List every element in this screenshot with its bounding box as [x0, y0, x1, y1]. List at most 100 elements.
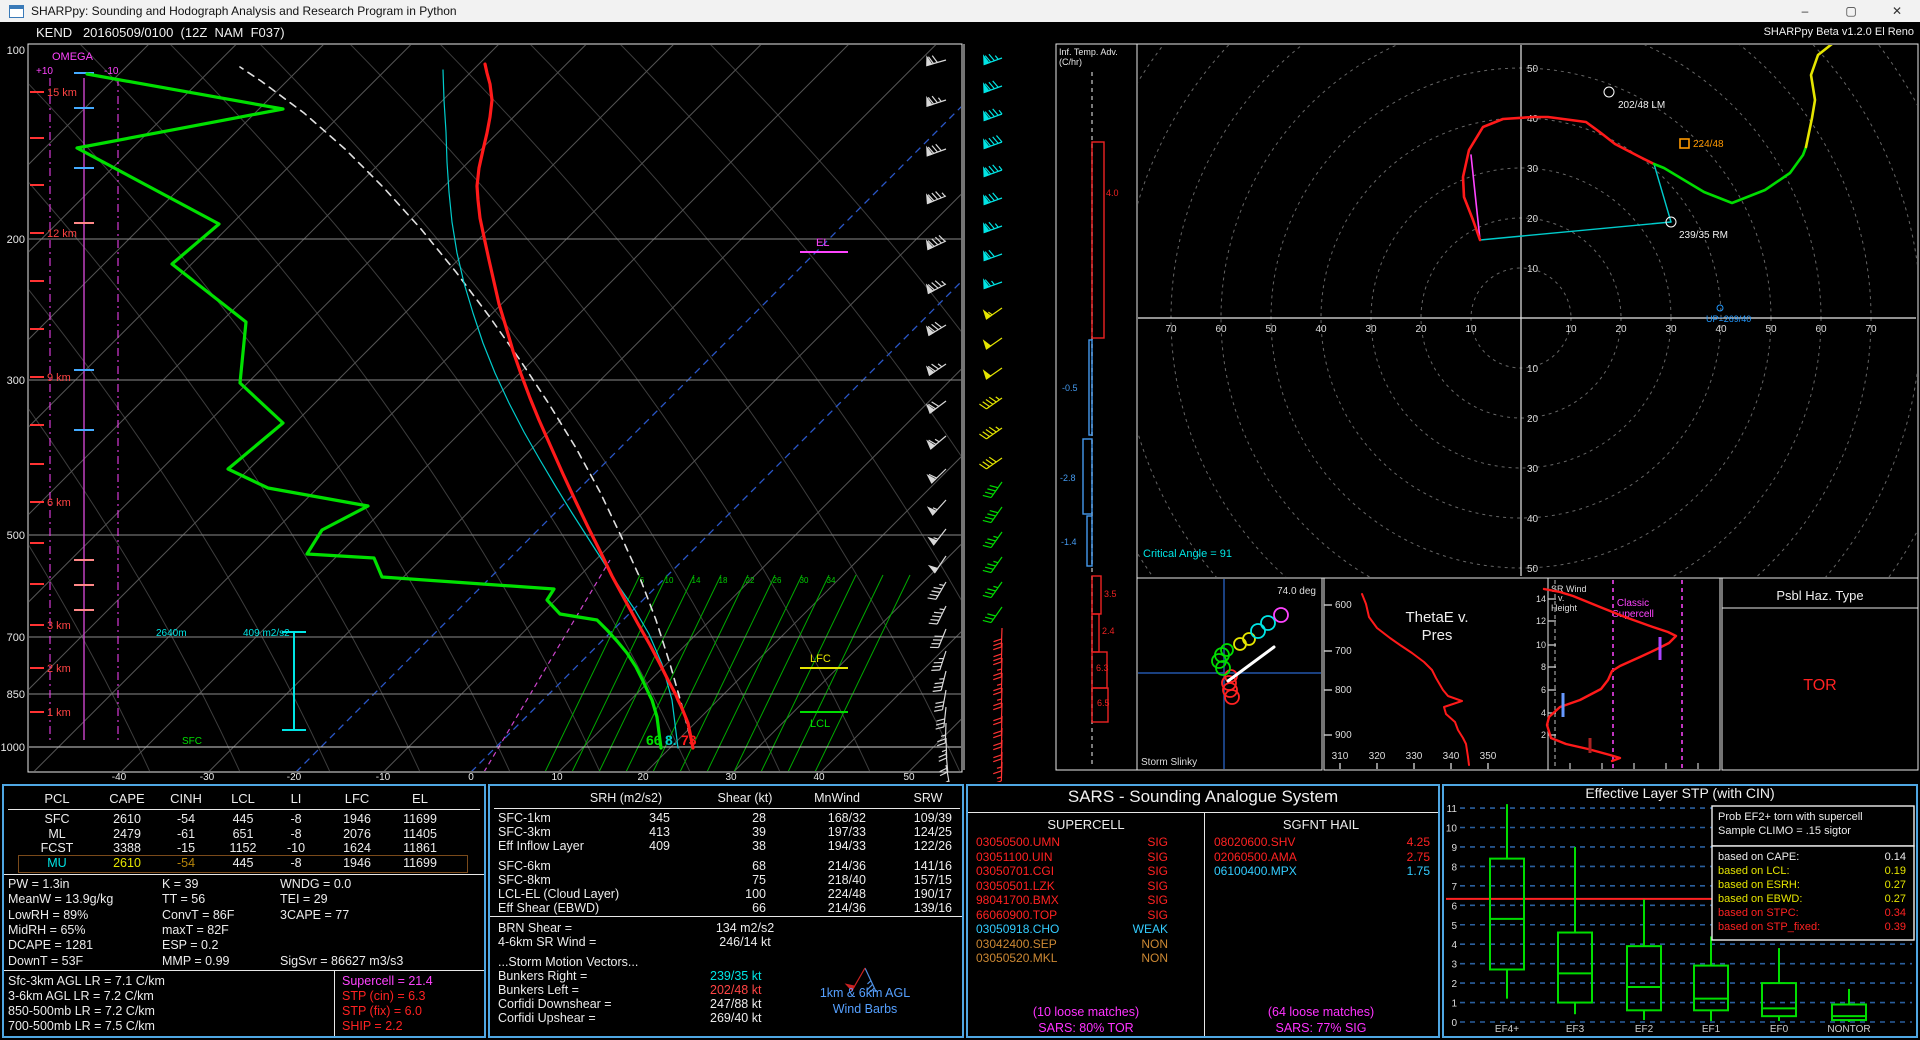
thermo-stat: MidRH = 65% [8, 924, 85, 937]
kin-row-label: LCL-EL (Cloud Layer) [498, 888, 619, 901]
thermo-panel[interactable]: PCLCAPECINHLCLLILFCELSFC2610-54445-81946… [2, 784, 486, 1038]
svg-text:50: 50 [1765, 324, 1777, 335]
pcl-row-name: SFC [22, 813, 92, 826]
wind-barb [934, 689, 946, 713]
svg-text:1 km: 1 km [47, 707, 71, 719]
wind-barb [983, 552, 1002, 575]
svg-text:600: 600 [1335, 600, 1352, 611]
svg-text:40: 40 [1527, 514, 1539, 525]
svg-text:0: 0 [1451, 1018, 1457, 1029]
svg-text:3.5: 3.5 [1104, 589, 1117, 599]
wind-barb [982, 331, 1002, 348]
sars-match-id: 06100400.MPX [1214, 865, 1297, 878]
thermo-stat: K = 39 [162, 878, 199, 891]
svg-text:15 km: 15 km [47, 87, 77, 99]
maximize-button[interactable]: ▢ [1828, 0, 1874, 22]
smv-label: Corfidi Upshear = [498, 1012, 596, 1025]
svg-text:EF4+: EF4+ [1495, 1024, 1519, 1035]
svg-text:74.0 deg: 74.0 deg [1277, 586, 1316, 597]
sars-match-result: SIG [1098, 909, 1168, 922]
skewt-panel: 6101418222630341002003005007008501000OME… [0, 44, 1637, 782]
wind-barb [981, 274, 1002, 288]
svg-text:v.: v. [1558, 593, 1564, 603]
sars-match-id: 03050501.LZK [976, 880, 1055, 893]
svg-text:20: 20 [1615, 324, 1627, 335]
svg-text:0.34: 0.34 [1885, 907, 1906, 919]
svg-text:-10: -10 [376, 772, 391, 782]
svg-text:-10: -10 [104, 66, 119, 77]
hodo-cyan-link [1654, 164, 1671, 222]
kin-row-label: Eff Inflow Layer [498, 840, 584, 853]
svg-text:TOR: TOR [1803, 677, 1836, 694]
svg-text:850: 850 [7, 689, 25, 701]
composite-index: Supercell = 21.4 [342, 975, 433, 988]
svg-text:9 km: 9 km [47, 372, 71, 384]
svg-text:70: 70 [1165, 324, 1177, 335]
kinematics-panel[interactable]: SRH (m2/s2)Shear (kt)MnWindSRWSFC-1km345… [488, 784, 964, 1038]
wind-barb [926, 430, 946, 449]
svg-text:40: 40 [1527, 114, 1539, 125]
svg-text:100: 100 [7, 45, 25, 57]
svg-text:-30: -30 [200, 772, 215, 782]
svg-text:Critical Angle = 91: Critical Angle = 91 [1143, 548, 1232, 560]
svg-text:9: 9 [1451, 843, 1457, 854]
svg-text:50: 50 [903, 772, 915, 782]
hodograph-panel: 1010202030304040505060607070101020203030… [1071, 0, 1920, 768]
svg-text:4: 4 [1541, 708, 1546, 718]
storm-barb-glyph [820, 926, 910, 992]
svg-text:239/35 RM: 239/35 RM [1679, 230, 1728, 241]
svg-text:6: 6 [1541, 685, 1546, 695]
wind-barb [983, 502, 1002, 525]
close-button[interactable]: ✕ [1874, 0, 1920, 22]
svg-text:1: 1 [1451, 999, 1457, 1010]
svg-text:0.27: 0.27 [1885, 893, 1906, 905]
stp-panel[interactable]: Effective Layer STP (with CIN)0123456789… [1442, 784, 1918, 1038]
svg-text:30: 30 [800, 576, 809, 585]
wind-barb [979, 421, 1002, 440]
wind-barb [927, 495, 946, 515]
svg-text:6: 6 [1451, 901, 1457, 912]
thermo-stat: MeanW = 13.9g/kg [8, 893, 113, 906]
svg-text:10: 10 [1527, 364, 1539, 375]
wind-barb [983, 602, 1002, 625]
wind-barb [929, 602, 946, 626]
wind-barb [982, 361, 1002, 378]
wind-barb [930, 626, 946, 650]
svg-text:10: 10 [1446, 824, 1458, 835]
wind-barb [924, 234, 946, 250]
pcl-col-header: LI [261, 792, 331, 805]
lapse-rate: 700-500mb LR = 7.5 C/km [8, 1020, 155, 1033]
kin-row-label: SFC-6km [498, 860, 551, 873]
svg-text:40: 40 [1715, 324, 1727, 335]
wind-barb [981, 190, 1002, 204]
svg-text:14: 14 [1536, 594, 1546, 604]
svg-text:6 km: 6 km [47, 497, 71, 509]
minimize-button[interactable]: – [1782, 0, 1828, 22]
svg-text:10: 10 [1565, 324, 1577, 335]
sars-hail-prob: SARS: 77% SIG [1204, 1022, 1438, 1035]
svg-text:Sample CLIMO = .15 sigtor: Sample CLIMO = .15 sigtor [1718, 825, 1851, 837]
sars-supercell-matches: (10 loose matches) [968, 1006, 1204, 1019]
svg-text:30: 30 [725, 772, 737, 782]
wind-barb [981, 78, 1002, 92]
svg-text:200: 200 [7, 234, 25, 246]
sars-match-id: 03050701.CGI [976, 865, 1054, 878]
svg-text:66: 66 [646, 732, 662, 748]
svg-text:NONTOR: NONTOR [1827, 1024, 1870, 1035]
sars-panel[interactable]: SARS - Sounding Analogue SystemSUPERCELL… [966, 784, 1440, 1038]
svg-text:60: 60 [1815, 324, 1827, 335]
wind-barb [993, 643, 1002, 665]
graphics-canvas[interactable]: 6101418222630341002003005007008501000OME… [0, 0, 1920, 782]
svg-text:60: 60 [1215, 324, 1227, 335]
smv-value: 239/35 kt [710, 970, 761, 983]
insets-strip: PCLCAPECINHLCLLILFCELSFC2610-54445-81946… [0, 782, 1920, 1040]
svg-text:7: 7 [1451, 882, 1457, 893]
hazard-panel: Psbl Haz. TypeTOR [1722, 578, 1918, 770]
svg-text:40: 40 [1315, 324, 1327, 335]
svg-text:OMEGA: OMEGA [52, 51, 94, 63]
hodo-cyan-link [1480, 222, 1671, 240]
svg-text:based on STPC:: based on STPC: [1718, 907, 1799, 919]
sars-match-result: WEAK [1098, 923, 1168, 936]
svg-text:LCL: LCL [810, 718, 830, 730]
svg-text:EF0: EF0 [1770, 1024, 1789, 1035]
